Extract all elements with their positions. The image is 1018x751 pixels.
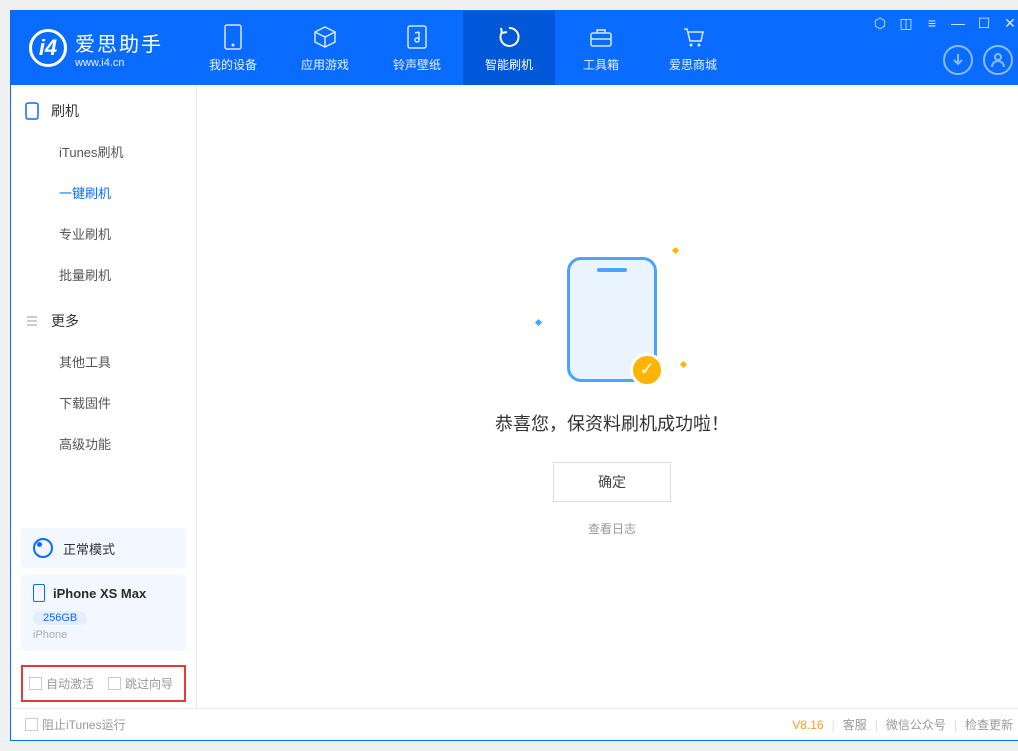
close-button[interactable]: ✕ (1001, 15, 1018, 32)
device-info-box[interactable]: iPhone XS Max 256GB iPhone (21, 574, 186, 651)
sidebar-item-itunes-flash[interactable]: iTunes刷机 (11, 131, 196, 172)
device-name: iPhone XS Max (53, 586, 146, 601)
cube-icon (313, 24, 337, 50)
checkbox-auto-activate[interactable]: 自动激活 (29, 675, 94, 692)
brand-text: 爱思助手 www.i4.cn (75, 28, 163, 69)
checkbox-label: 跳过向导 (125, 675, 173, 692)
device-mode-label: 正常模式 (63, 539, 115, 558)
list-icon (25, 314, 43, 328)
sidebar-item-one-click-flash[interactable]: 一键刷机 (11, 172, 196, 213)
phone-mini-icon (33, 584, 45, 602)
tab-apps-games[interactable]: 应用游戏 (279, 11, 371, 85)
download-button[interactable] (943, 45, 973, 75)
logo-icon: i4 (29, 29, 67, 67)
layers-icon[interactable]: ◫ (897, 15, 915, 32)
app-window: i4 爱思助手 www.i4.cn 我的设备 应用游戏 铃声壁纸 智能刷机 (10, 10, 1018, 741)
sidebar-item-pro-flash[interactable]: 专业刷机 (11, 213, 196, 254)
check-update-link[interactable]: 检查更新 (965, 716, 1013, 733)
sidebar-section-title: 更多 (51, 311, 79, 331)
bottom-options-highlighted: 自动激活 跳过向导 (21, 665, 186, 702)
tab-label: 爱思商城 (669, 56, 717, 73)
checkbox-icon (25, 718, 38, 731)
sidebar-section-more: 更多 (11, 295, 196, 341)
tab-ringtones[interactable]: 铃声壁纸 (371, 11, 463, 85)
brand-name: 爱思助手 (75, 28, 163, 57)
sparkle-icon (672, 246, 679, 253)
ok-button[interactable]: 确定 (553, 462, 671, 502)
customer-service-link[interactable]: 客服 (843, 716, 867, 733)
device-icon (224, 24, 242, 50)
header-actions (943, 45, 1013, 75)
minimize-button[interactable]: ― (949, 15, 967, 32)
cart-icon (681, 24, 705, 50)
tab-label: 应用游戏 (301, 56, 349, 73)
check-badge-icon: ✓ (630, 353, 664, 387)
tab-label: 工具箱 (583, 56, 619, 73)
sidebar-section-title: 刷机 (51, 101, 79, 121)
main-content: ✓ 恭喜您，保资料刷机成功啦！ 确定 查看日志 (197, 85, 1018, 708)
tab-smart-flash[interactable]: 智能刷机 (463, 11, 555, 85)
music-file-icon (407, 24, 427, 50)
view-log-link[interactable]: 查看日志 (588, 520, 636, 537)
sidebar-item-advanced[interactable]: 高级功能 (11, 423, 196, 464)
tab-my-device[interactable]: 我的设备 (187, 11, 279, 85)
device-type: iPhone (33, 629, 174, 641)
window-controls: ⬡ ◫ ≡ ― ☐ ✕ (871, 15, 1018, 32)
mode-icon (33, 538, 53, 558)
tab-toolbox[interactable]: 工具箱 (555, 11, 647, 85)
checkbox-label: 自动激活 (46, 675, 94, 692)
checkbox-icon (29, 677, 42, 690)
sparkle-icon (535, 318, 542, 325)
tab-label: 我的设备 (209, 56, 257, 73)
success-message: 恭喜您，保资料刷机成功啦！ (495, 410, 729, 436)
brand-url: www.i4.cn (75, 57, 163, 69)
shirt-icon[interactable]: ⬡ (871, 15, 889, 32)
nav-tabs: 我的设备 应用游戏 铃声壁纸 智能刷机 工具箱 爱思商城 (187, 11, 739, 85)
version-label: V8.16 (792, 718, 823, 732)
tab-mall[interactable]: 爱思商城 (647, 11, 739, 85)
logo-area[interactable]: i4 爱思助手 www.i4.cn (29, 28, 163, 69)
statusbar: 阻止iTunes运行 V8.16 | 客服 | 微信公众号 | 检查更新 (11, 708, 1018, 740)
device-mode-box[interactable]: 正常模式 (21, 528, 186, 568)
body-area: 刷机 iTunes刷机 一键刷机 专业刷机 批量刷机 更多 其他工具 下载固件 … (11, 85, 1018, 708)
sidebar-section-flash: 刷机 (11, 85, 196, 131)
tab-label: 智能刷机 (485, 56, 533, 73)
sidebar-item-batch-flash[interactable]: 批量刷机 (11, 254, 196, 295)
checkbox-skip-guide[interactable]: 跳过向导 (108, 675, 173, 692)
checkbox-icon (108, 677, 121, 690)
refresh-shield-icon (497, 24, 521, 50)
toolbox-icon (589, 24, 613, 50)
wechat-link[interactable]: 微信公众号 (886, 716, 946, 733)
phone-icon (25, 102, 43, 120)
checkbox-block-itunes[interactable]: 阻止iTunes运行 (25, 716, 126, 733)
sidebar: 刷机 iTunes刷机 一键刷机 专业刷机 批量刷机 更多 其他工具 下载固件 … (11, 85, 197, 708)
maximize-button[interactable]: ☐ (975, 15, 993, 32)
sidebar-item-download-firmware[interactable]: 下载固件 (11, 382, 196, 423)
tab-label: 铃声壁纸 (393, 56, 441, 73)
checkbox-label: 阻止iTunes运行 (42, 716, 126, 733)
sparkle-icon (680, 360, 687, 367)
success-phone-illustration: ✓ (567, 257, 657, 382)
menu-icon[interactable]: ≡ (923, 15, 941, 32)
sidebar-item-other-tools[interactable]: 其他工具 (11, 341, 196, 382)
device-storage-badge: 256GB (33, 611, 87, 625)
user-button[interactable] (983, 45, 1013, 75)
titlebar: i4 爱思助手 www.i4.cn 我的设备 应用游戏 铃声壁纸 智能刷机 (11, 11, 1018, 85)
